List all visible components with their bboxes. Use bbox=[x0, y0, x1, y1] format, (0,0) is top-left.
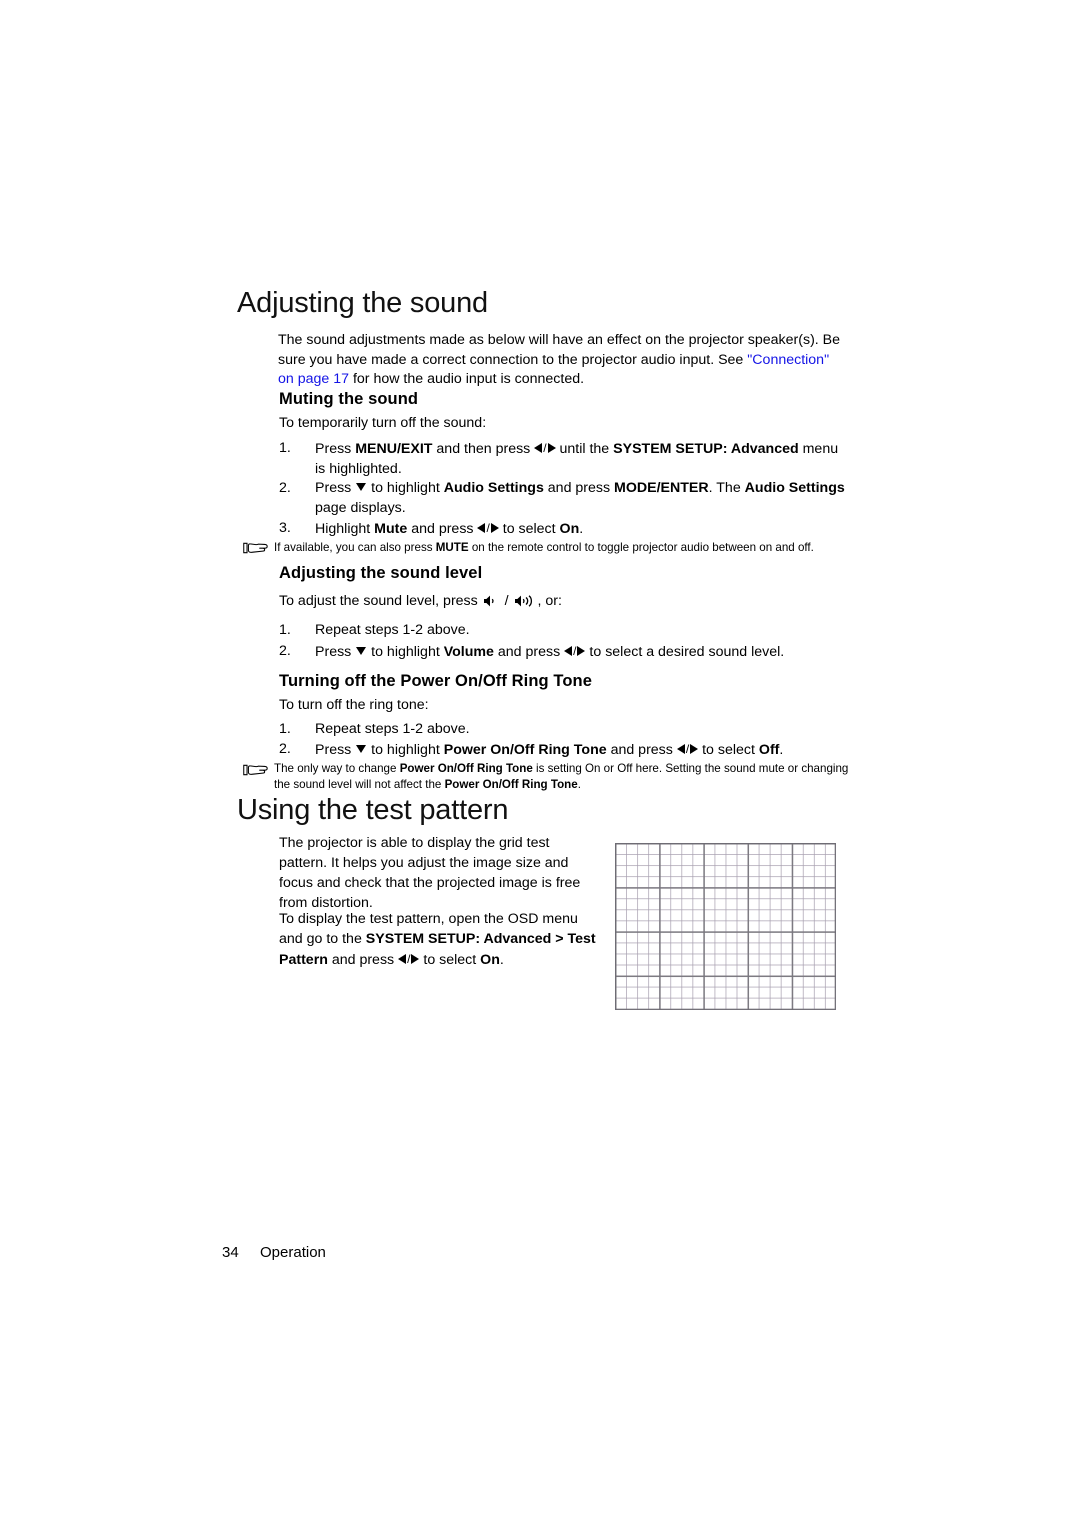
step-number: 1. bbox=[279, 721, 291, 737]
note-text-bold1: Power On/Off Ring Tone bbox=[399, 762, 533, 775]
arrow-left-right-icon: / bbox=[564, 644, 586, 658]
heading-turning-off-ring-tone: Turning off the Power On/Off Ring Tone bbox=[279, 672, 592, 690]
muting-intro: To temporarily turn off the sound: bbox=[279, 415, 487, 431]
arrow-down-icon bbox=[356, 483, 367, 491]
ring-tone-intro: To turn off the ring tone: bbox=[279, 697, 429, 713]
grid-test-pattern-image bbox=[615, 843, 836, 1010]
document-page: Adjusting the sound The sound adjustment… bbox=[0, 0, 1080, 1527]
speaker-volume-up-icon bbox=[514, 595, 532, 607]
para2-part5: . bbox=[499, 952, 504, 968]
arrow-left-right-icon: / bbox=[676, 742, 699, 756]
step-item: 2. Press to highlight Volume and press /… bbox=[279, 641, 845, 662]
page-footer: 34 Operation bbox=[222, 1244, 326, 1261]
step-number: 2. bbox=[279, 741, 291, 757]
note-text-part3: . bbox=[577, 777, 581, 791]
note-mute-remote: If available, you can also press MUTE on… bbox=[274, 540, 850, 556]
arrow-left-right-icon: / bbox=[477, 521, 499, 535]
sound-level-intro-part2: , or: bbox=[537, 593, 562, 609]
step-text: Press to highlight Volume and press / to… bbox=[315, 644, 785, 660]
para2-part3: and press bbox=[327, 952, 399, 968]
arrow-left-right-icon: / bbox=[534, 441, 556, 455]
step-item: 1. Press MENU/EXIT and then press / unti… bbox=[279, 438, 845, 479]
step-item: 1. Repeat steps 1-2 above. bbox=[279, 620, 845, 640]
step-item: 3. Highlight Mute and press / to select … bbox=[279, 518, 845, 539]
step-text: Press to highlight Audio Settings and pr… bbox=[315, 480, 845, 516]
note-text-part2: on the remote control to toggle projecto… bbox=[468, 541, 814, 554]
step-text: Highlight Mute and press / to select On. bbox=[315, 521, 584, 537]
arrow-down-icon bbox=[356, 745, 367, 753]
para2-bold3: On bbox=[480, 952, 500, 968]
para2-part4: to select bbox=[419, 952, 481, 968]
intro-text-part2: for how the audio input is connected. bbox=[349, 371, 585, 388]
speaker-separator: / bbox=[500, 593, 513, 609]
step-text: Press MENU/EXIT and then press / until t… bbox=[315, 441, 839, 477]
note-ring-tone: The only way to change Power On/Off Ring… bbox=[274, 761, 850, 792]
pointing-hand-icon bbox=[243, 764, 268, 776]
step-item: 2. Press to highlight Audio Settings and… bbox=[279, 478, 845, 518]
note-text-part1: If available, you can also press bbox=[274, 541, 436, 554]
pointing-hand-icon bbox=[243, 542, 268, 554]
footer-page-number: 34 bbox=[222, 1244, 239, 1261]
step-text: Repeat steps 1-2 above. bbox=[315, 721, 470, 737]
speaker-volume-down-icon bbox=[483, 595, 494, 607]
footer-section-name: Operation bbox=[260, 1244, 326, 1261]
step-number: 1. bbox=[279, 622, 291, 638]
para2-part2: > bbox=[551, 931, 568, 947]
test-pattern-paragraph-1: The projector is able to display the gri… bbox=[279, 835, 581, 911]
intro-paragraph: The sound adjustments made as below will… bbox=[278, 331, 845, 390]
para2-bold1: SYSTEM SETUP: Advanced bbox=[365, 931, 552, 947]
page-title-using-the-test-pattern: Using the test pattern bbox=[237, 794, 509, 826]
note-text-bold2: Power On/Off Ring Tone bbox=[444, 777, 578, 791]
step-text: Press to highlight Power On/Off Ring Ton… bbox=[315, 742, 784, 758]
note-text-bold1: MUTE bbox=[435, 541, 469, 554]
step-number: 1. bbox=[279, 440, 291, 456]
arrow-left-right-icon: / bbox=[398, 952, 420, 966]
step-item: 2. Press to highlight Power On/Off Ring … bbox=[279, 739, 845, 760]
step-item: 1. Repeat steps 1-2 above. bbox=[279, 719, 845, 739]
test-pattern-paragraph-2: To display the test pattern, open the OS… bbox=[279, 909, 599, 970]
note-text-part1: The only way to change bbox=[274, 762, 400, 775]
sound-level-intro-part1: To adjust the sound level, press bbox=[279, 593, 482, 609]
step-text: Repeat steps 1-2 above. bbox=[315, 622, 470, 638]
page-title-adjusting-the-sound: Adjusting the sound bbox=[237, 287, 488, 319]
sound-level-intro: To adjust the sound level, press / , or: bbox=[279, 592, 845, 612]
step-number: 3. bbox=[279, 520, 291, 536]
step-number: 2. bbox=[279, 480, 291, 496]
heading-muting-the-sound: Muting the sound bbox=[279, 390, 419, 408]
arrow-down-icon bbox=[356, 647, 367, 655]
step-number: 2. bbox=[279, 643, 291, 659]
heading-adjusting-the-sound-level: Adjusting the sound level bbox=[279, 564, 483, 582]
